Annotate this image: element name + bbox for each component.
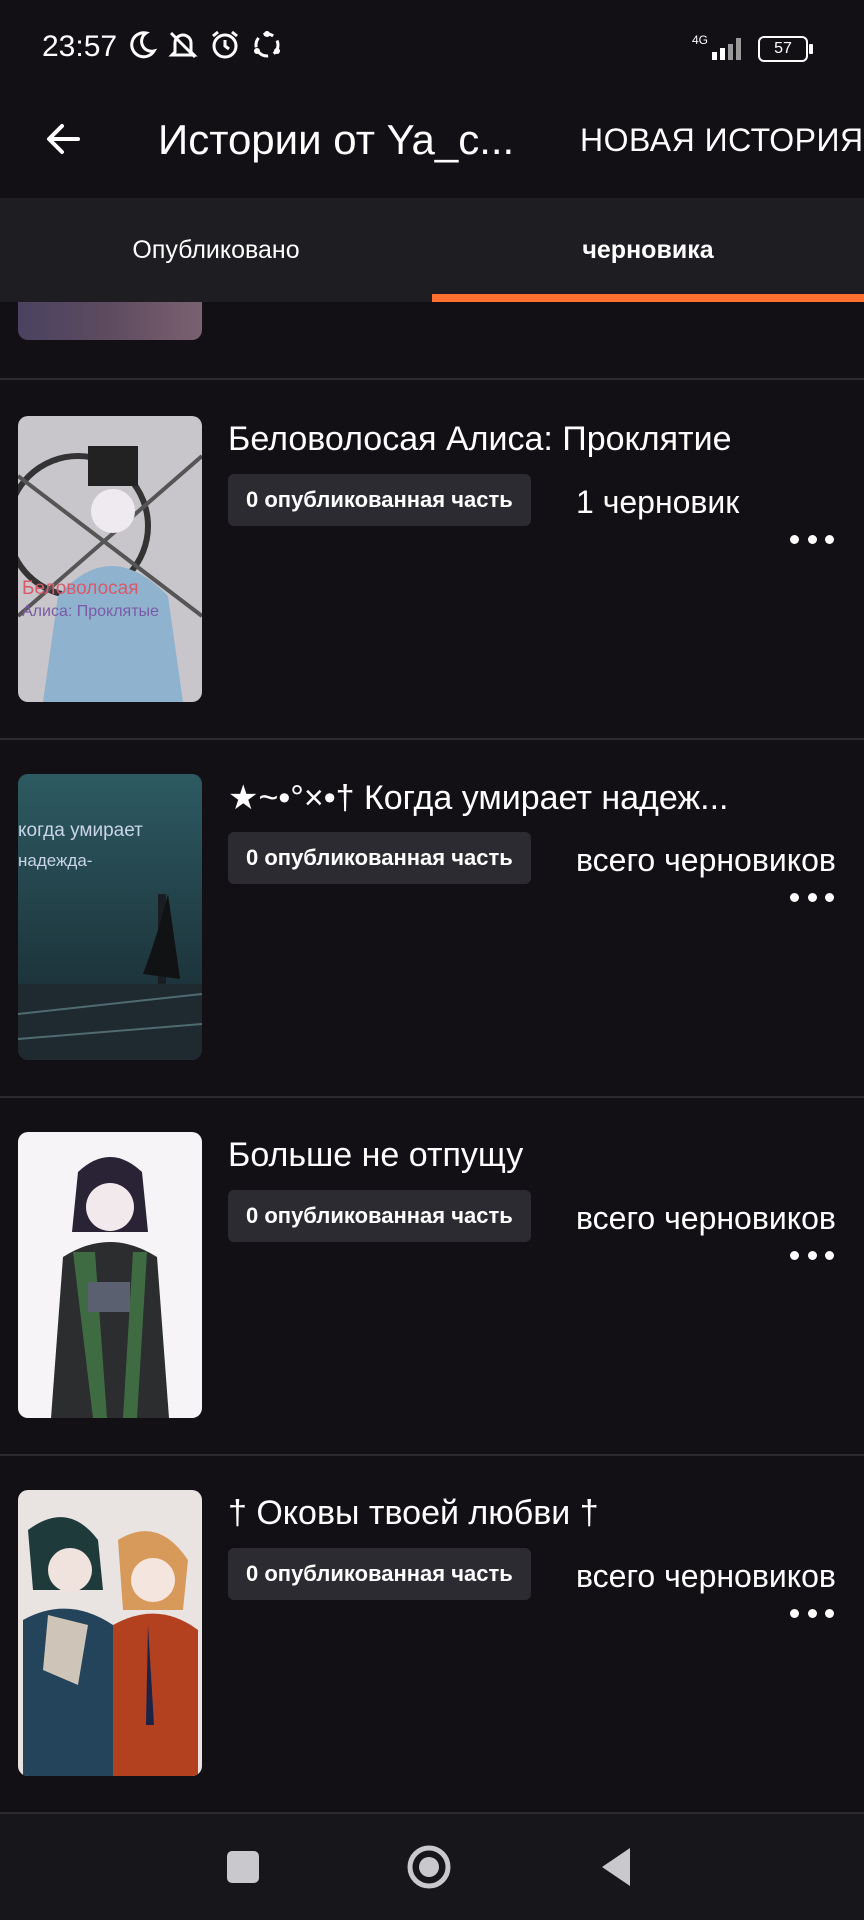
status-icons [124, 28, 284, 62]
back-triangle-icon[interactable] [592, 1842, 642, 1892]
story-title[interactable]: † Оковы твоей любви † [228, 1494, 848, 1533]
app-bar: Истории от Ya_c... НОВАЯ ИСТОРИЯ [0, 100, 864, 198]
page-title: Истории от Ya_c... [158, 116, 515, 163]
drafts-count: всего черновиков [576, 842, 836, 878]
more-options-icon[interactable] [790, 882, 834, 912]
moon-icon [124, 28, 158, 62]
status-bar: 23:57 4G 57 [0, 0, 864, 100]
drafts-count: 1 черновик [576, 484, 740, 520]
published-parts-badge: 0 опубликованная часть [228, 1190, 531, 1242]
battery-indicator: 57 [758, 36, 813, 62]
more-options-icon[interactable] [790, 1598, 834, 1628]
tab-active-indicator [432, 294, 864, 302]
published-parts-badge: 0 опубликованная часть [228, 832, 531, 884]
story-item[interactable]: † Оковы твоей любви † 0 опубликованная ч… [0, 1454, 864, 1812]
published-parts-badge: 0 опубликованная часть [228, 1548, 531, 1600]
story-item[interactable]: Больше не отпущу 0 опубликованная часть … [0, 1096, 864, 1454]
svg-text:надежда-: надежда- [18, 851, 92, 870]
network-icon: 4G [692, 32, 748, 67]
alarm-icon [208, 28, 242, 62]
svg-text:4G: 4G [692, 33, 708, 47]
bell-off-icon [166, 28, 200, 62]
partial-cover-image [18, 302, 202, 340]
story-title[interactable]: Беловолосая Алиса: Проклятие [228, 420, 848, 459]
drafts-count: всего черновиков [576, 1558, 836, 1594]
sync-icon [250, 28, 284, 62]
story-cover-image: когда умирает надежда- [18, 774, 202, 1060]
tab-drafts[interactable]: черновика [432, 198, 864, 302]
status-time: 23:57 [42, 30, 118, 63]
svg-text:когда умирает: когда умирает [18, 820, 143, 841]
drafts-count: всего черновиков [576, 1200, 836, 1236]
svg-text:Алиса: Проклятые: Алиса: Проклятые [22, 603, 159, 620]
system-nav-bar [0, 1814, 864, 1920]
published-parts-badge: 0 опубликованная часть [228, 474, 531, 526]
new-story-button[interactable]: НОВАЯ ИСТОРИЯ [580, 122, 864, 159]
more-options-icon[interactable] [790, 1240, 834, 1270]
story-cover-image [18, 1132, 202, 1418]
story-cover-image: Беловолосая Алиса: Проклятые [18, 416, 202, 702]
back-arrow-icon[interactable] [38, 114, 88, 164]
recents-square-icon[interactable] [218, 1842, 268, 1892]
home-circle-icon[interactable] [404, 1842, 454, 1892]
tab-published[interactable]: Опубликовано [0, 198, 432, 302]
more-options-icon[interactable] [790, 524, 834, 554]
svg-text:Беловолосая: Беловолосая [22, 578, 139, 599]
story-title[interactable]: ★~•°×•† Когда умирает надеж... [228, 778, 848, 818]
story-list[interactable]: Беловолосая Алиса: Проклятые Беловолосая… [0, 302, 864, 1814]
story-item[interactable]: когда умирает надежда- ★~•°×•† Когда уми… [0, 738, 864, 1096]
story-item[interactable]: Беловолосая Алиса: Проклятые Беловолосая… [0, 380, 864, 738]
story-cover-image [18, 1490, 202, 1776]
story-title[interactable]: Больше не отпущу [228, 1136, 848, 1175]
tab-bar: Опубликовано черновика [0, 198, 864, 302]
